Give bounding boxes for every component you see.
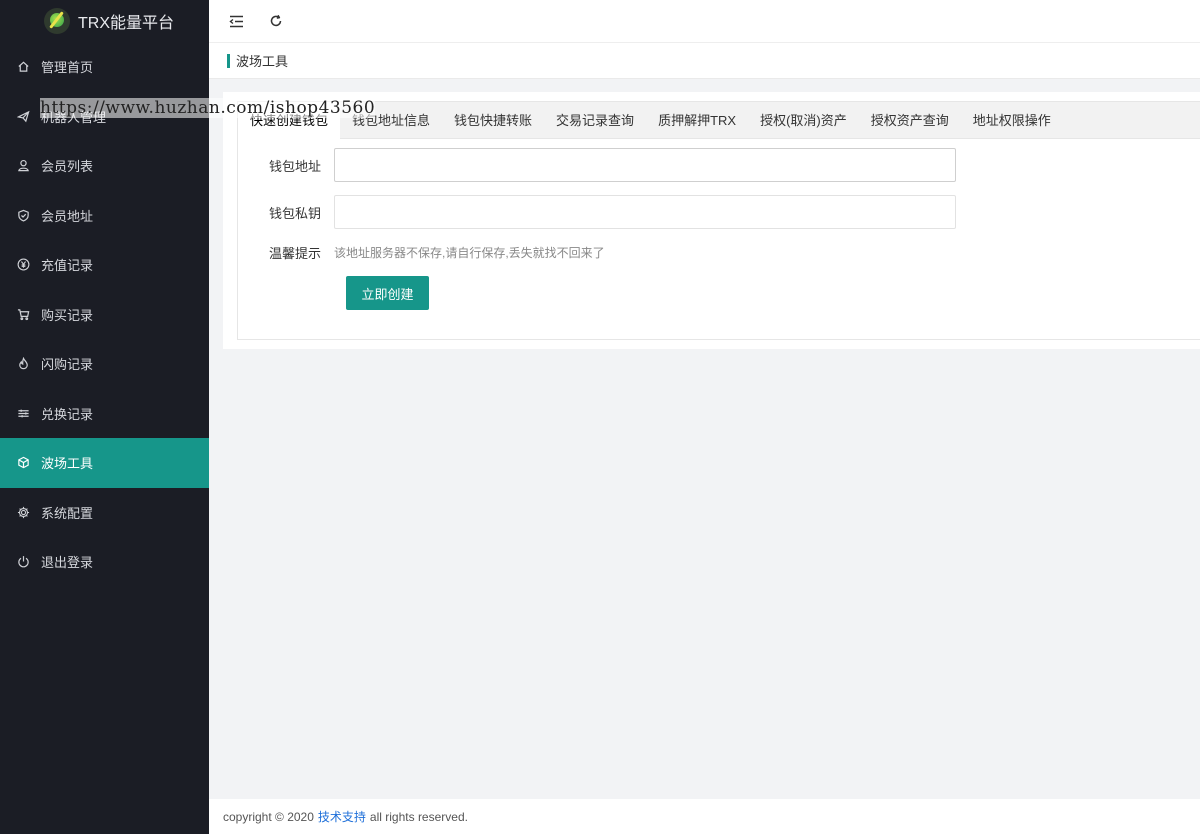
address-label: 钱包地址	[268, 158, 321, 174]
breadcrumb: 波场工具	[209, 43, 1200, 79]
tab-stake-trx[interactable]: 质押解押TRX	[646, 102, 748, 138]
tab-transaction-query[interactable]: 交易记录查询	[544, 102, 646, 138]
sidebar: TRX能量平台 管理首页 机器人管理 会员列表 会员地址 充值记录 购买记录 闪…	[0, 0, 209, 834]
sidebar-item-logout[interactable]: 退出登录	[0, 537, 209, 587]
gear-icon	[16, 505, 30, 519]
tab-panel: 快速创建钱包 钱包地址信息 钱包快捷转账 交易记录查询 质押解押TRX 授权(取…	[237, 101, 1200, 340]
sidebar-item-label: 波场工具	[41, 456, 94, 472]
sliders-icon	[16, 406, 30, 420]
sidebar-item-label: 会员地址	[41, 208, 94, 224]
private-key-label: 钱包私钥	[268, 205, 321, 221]
power-icon	[16, 555, 30, 569]
wallet-private-key-input[interactable]	[334, 195, 956, 229]
sidebar-item-label: 兑换记录	[41, 406, 94, 422]
footer: copyright © 2020 技术支持 all rights reserve…	[209, 799, 1200, 834]
cart-icon	[16, 307, 30, 321]
sidebar-item-flash-sale[interactable]: 闪购记录	[0, 339, 209, 389]
content-card: 快速创建钱包 钱包地址信息 钱包快捷转账 交易记录查询 质押解押TRX 授权(取…	[223, 92, 1200, 349]
rocket-logo-icon	[44, 8, 70, 34]
sidebar-item-home[interactable]: 管理首页	[0, 42, 209, 92]
rights-text: all rights reserved.	[369, 809, 468, 824]
sidebar-item-label: 闪购记录	[41, 357, 94, 373]
page-title: 波场工具	[236, 54, 289, 69]
tab-wallet-address-info[interactable]: 钱包地址信息	[340, 102, 442, 138]
sidebar-item-exchange[interactable]: 兑换记录	[0, 389, 209, 439]
sidebar-item-label: 系统配置	[41, 505, 94, 521]
sidebar-item-label: 充值记录	[41, 258, 94, 274]
menu-fold-icon[interactable]	[225, 10, 247, 32]
sidebar-item-robot[interactable]: 机器人管理	[0, 92, 209, 142]
shield-icon	[16, 208, 30, 222]
create-now-button[interactable]: 立即创建	[346, 276, 429, 310]
home-icon	[16, 60, 30, 74]
sidebar-item-settings[interactable]: 系统配置	[0, 488, 209, 538]
sidebar-item-tron-tools[interactable]: 波场工具	[0, 438, 209, 488]
tip-label: 温馨提示	[268, 245, 321, 261]
create-wallet-form: 钱包地址 钱包私钥 温馨提示 该地址服务器不保存,请自行保存,丢失就找不回来了 …	[238, 139, 1200, 310]
tab-approve-assets[interactable]: 授权(取消)资产	[748, 102, 859, 138]
sidebar-item-label: 管理首页	[41, 60, 94, 76]
tip-text: 该地址服务器不保存,请自行保存,丢失就找不回来了	[334, 245, 605, 260]
sidebar-item-label: 退出登录	[41, 555, 94, 571]
wallet-address-input[interactable]	[334, 148, 956, 182]
user-icon	[16, 159, 30, 173]
private-key-row: 钱包私钥	[238, 195, 1200, 229]
topbar	[209, 0, 1200, 43]
yen-icon	[16, 258, 30, 272]
tab-create-wallet[interactable]: 快速创建钱包	[238, 102, 341, 140]
sidebar-item-label: 机器人管理	[41, 109, 107, 125]
tech-support-link[interactable]: 技术支持	[318, 808, 366, 825]
fire-icon	[16, 357, 30, 371]
cube-icon	[16, 456, 30, 470]
tab-address-permissions[interactable]: 地址权限操作	[961, 102, 1063, 138]
sidebar-item-label: 购买记录	[41, 307, 94, 323]
tip-row: 温馨提示 该地址服务器不保存,请自行保存,丢失就找不回来了	[238, 242, 1200, 262]
sidebar-menu: 管理首页 机器人管理 会员列表 会员地址 充值记录 购买记录 闪购记录 兑换记录…	[0, 42, 209, 587]
app-title: TRX能量平台	[78, 15, 175, 32]
logo[interactable]: TRX能量平台	[0, 0, 209, 42]
address-row: 钱包地址	[238, 148, 1200, 182]
sidebar-item-member-address[interactable]: 会员地址	[0, 191, 209, 241]
sidebar-item-members[interactable]: 会员列表	[0, 141, 209, 191]
breadcrumb-marker	[227, 53, 230, 68]
refresh-icon[interactable]	[265, 10, 287, 32]
tab-bar: 快速创建钱包 钱包地址信息 钱包快捷转账 交易记录查询 质押解押TRX 授权(取…	[238, 102, 1200, 140]
copyright-text: copyright © 2020	[223, 809, 314, 824]
sidebar-item-purchase[interactable]: 购买记录	[0, 290, 209, 340]
sidebar-item-label: 会员列表	[41, 159, 94, 175]
sidebar-item-recharge[interactable]: 充值记录	[0, 240, 209, 290]
tab-approval-query[interactable]: 授权资产查询	[859, 102, 961, 138]
tab-quick-transfer[interactable]: 钱包快捷转账	[442, 102, 544, 138]
send-icon	[16, 109, 30, 123]
